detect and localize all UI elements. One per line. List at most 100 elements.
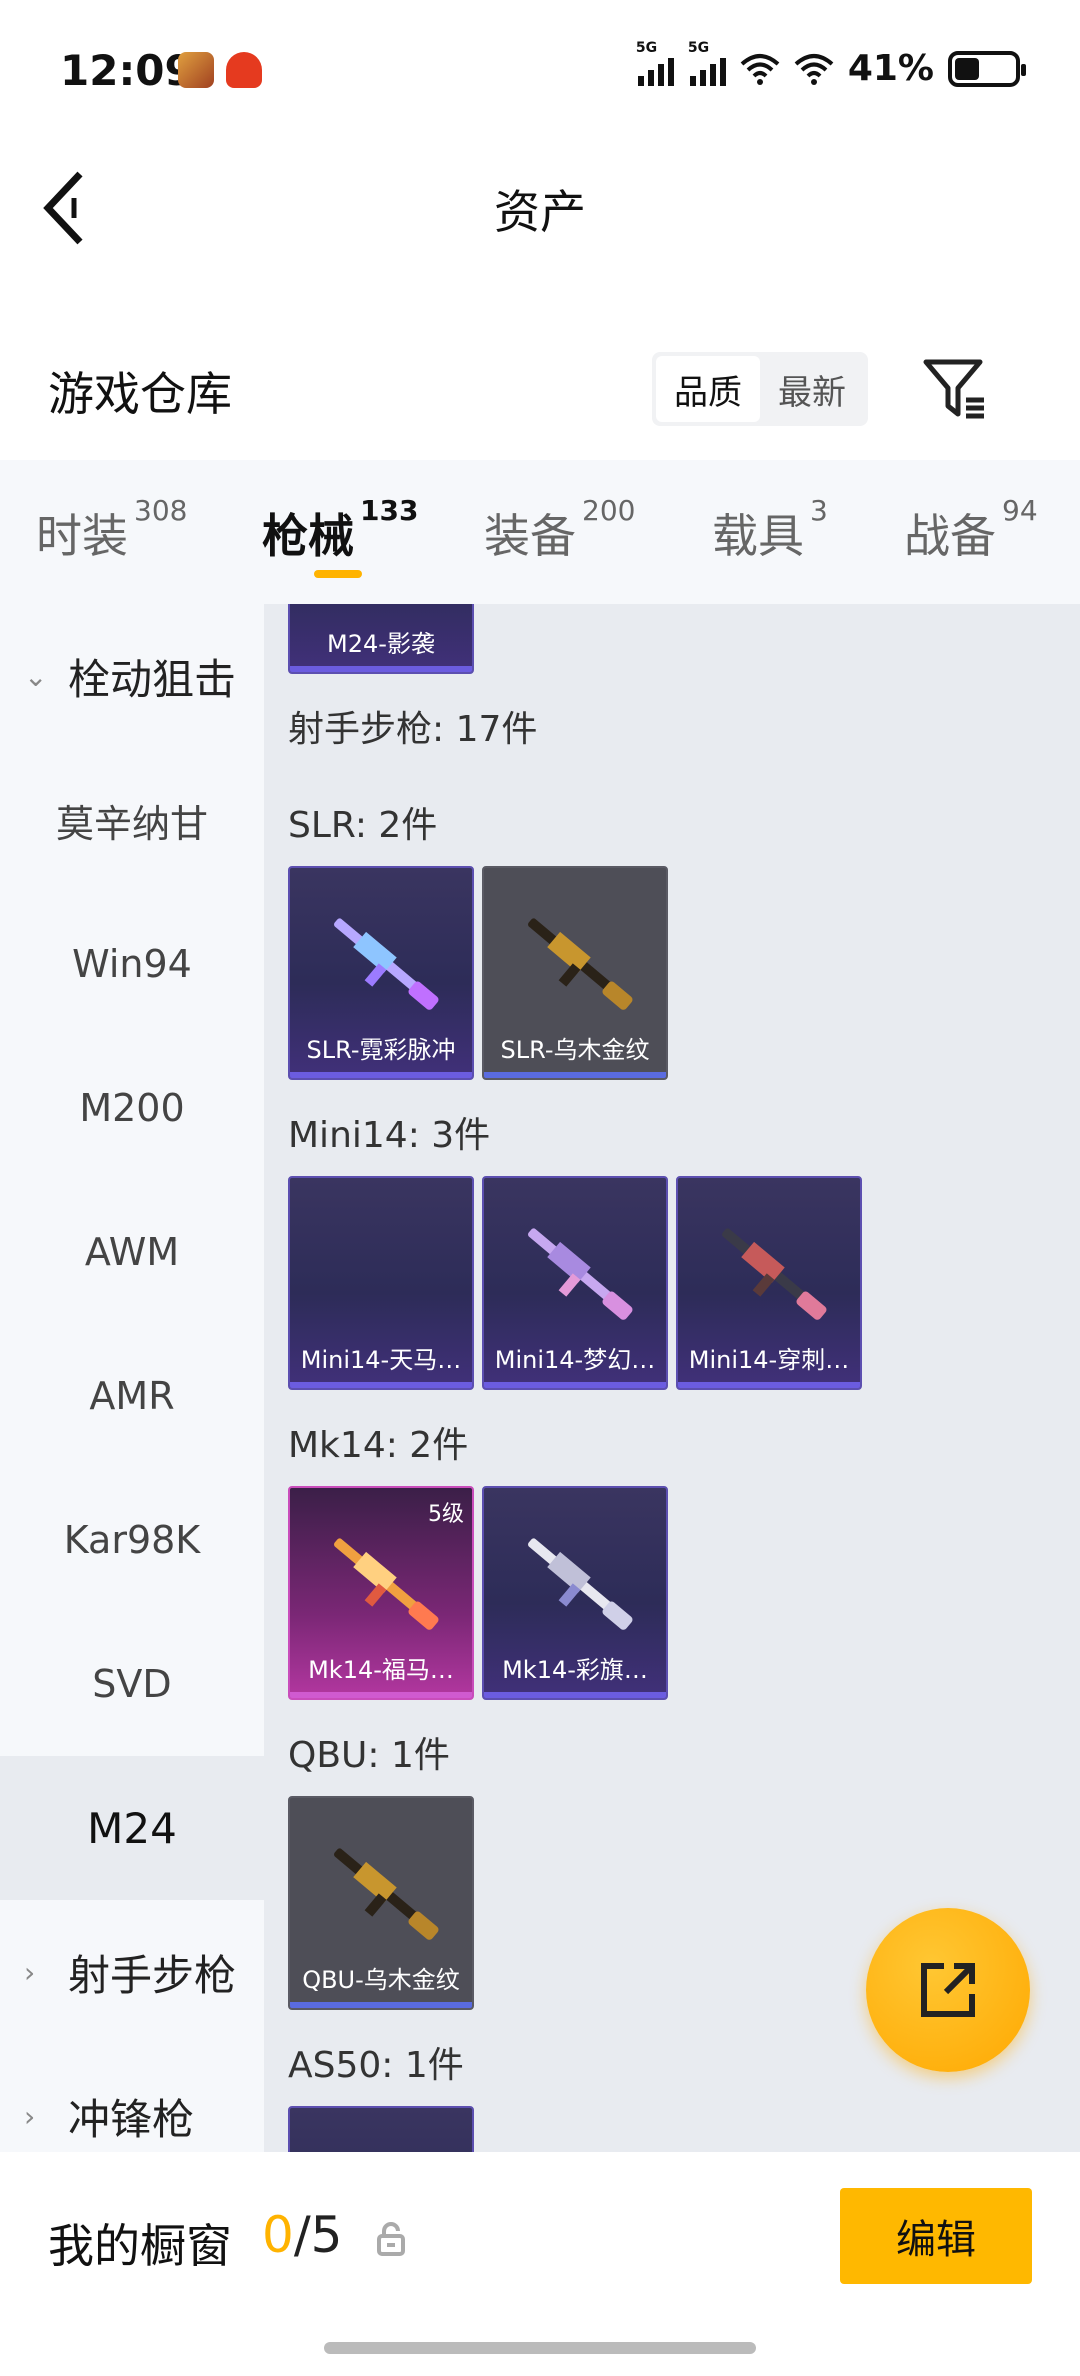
rifle-icon xyxy=(722,1228,827,1320)
nav-item[interactable]: SVD xyxy=(0,1612,264,1756)
rarity-bar xyxy=(290,666,472,672)
item-name: Mk14-福马… xyxy=(308,1656,454,1684)
wifi-icon xyxy=(740,53,780,85)
chevron-right-icon: › xyxy=(24,2099,36,2133)
item-name: Mini14-梦幻… xyxy=(494,1346,656,1374)
rifle-icon xyxy=(528,1538,633,1630)
item-card[interactable]: SLR-霓彩脉冲 xyxy=(288,866,474,1080)
nav-item[interactable]: Win94 xyxy=(0,892,264,1036)
rifle-icon xyxy=(334,1538,439,1630)
battery-percent: 41% xyxy=(847,48,934,89)
item-name: SLR-乌木金纹 xyxy=(500,1036,650,1064)
item-card[interactable]: QBU-乌木金纹 xyxy=(288,1796,474,2010)
nav-group-label: 冲锋枪 xyxy=(68,2094,195,2144)
tab-supplies[interactable]: 战备 94 xyxy=(904,494,1038,566)
battery-icon xyxy=(948,50,1026,87)
item-card[interactable]: Mini14-天马… xyxy=(288,1176,474,1390)
edit-button[interactable]: 编辑 xyxy=(840,2188,1032,2284)
signal-icon: 5G xyxy=(688,40,726,86)
share-icon xyxy=(921,1963,975,2017)
category-tabs: 时装 308 枪械 133 装备 200 载具 3 战备 94 xyxy=(0,460,1080,604)
home-indicator[interactable] xyxy=(324,2342,756,2354)
nav-item[interactable]: Kar98K xyxy=(0,1468,264,1612)
battery-level xyxy=(955,57,979,80)
nav-item[interactable]: AMR xyxy=(0,1324,264,1468)
showcase-bar: 我的橱窗 0/5 编辑 xyxy=(0,2152,1080,2376)
status-bar: 12:09 5G 5G 41% xyxy=(0,0,1080,140)
tab-count: 133 xyxy=(360,494,419,527)
item-card[interactable]: Mk14-彩旗… xyxy=(482,1486,668,1700)
tab-count: 308 xyxy=(134,494,188,527)
nav-group-marksman[interactable]: › 射手步枪 xyxy=(0,1900,264,2044)
nav-item[interactable]: AWM xyxy=(0,1180,264,1324)
nav-item[interactable]: 莫辛纳甘 xyxy=(0,748,264,892)
item-card[interactable]: Mini14-穿刺… xyxy=(676,1176,862,1390)
section-title: Mini14: 3件 xyxy=(288,1115,491,1156)
item-name: QBU-乌木金纹 xyxy=(302,1966,460,1994)
tab-count: 3 xyxy=(810,494,828,527)
tab-label: 枪械 xyxy=(262,509,354,563)
section-title: AS50: 1件 xyxy=(288,2045,464,2086)
nav-item-active[interactable]: M24 xyxy=(0,1756,264,1900)
tab-label: 时装 xyxy=(36,509,128,563)
item-name: SLR-霓彩脉冲 xyxy=(306,1036,456,1064)
tab-label: 战备 xyxy=(904,509,996,563)
chevron-right-icon: › xyxy=(24,1955,36,1989)
warehouse-title: 游戏仓库 xyxy=(48,367,232,421)
sort-quality-option[interactable]: 品质 xyxy=(656,356,760,422)
rarity-bar xyxy=(484,1382,666,1388)
tab-active-indicator xyxy=(314,570,362,578)
status-time: 12:09 xyxy=(60,46,194,95)
rarity-bar xyxy=(678,1382,860,1388)
item-card[interactable]: SLR-乌木金纹 xyxy=(482,866,668,1080)
showcase-title: 我的橱窗 xyxy=(48,2219,232,2273)
tab-count: 94 xyxy=(1002,494,1038,527)
tab-vehicles[interactable]: 载具 3 xyxy=(712,494,828,566)
nav-group-smg[interactable]: › 冲锋枪 xyxy=(0,2044,264,2152)
sort-newest-option[interactable]: 最新 xyxy=(760,356,864,422)
filter-button[interactable] xyxy=(920,354,990,424)
page-header: 资产 xyxy=(0,140,1080,270)
item-name: Mini14-穿刺… xyxy=(688,1346,850,1374)
page-title: 资产 xyxy=(494,185,586,239)
rarity-bar xyxy=(290,2002,472,2008)
filter-icon xyxy=(923,359,984,419)
rifle-icon xyxy=(334,1848,439,1940)
tab-label: 装备 xyxy=(484,509,576,563)
nav-group-label: 栓动狙击 xyxy=(68,654,237,704)
rarity-bar xyxy=(290,1692,472,1698)
tab-count: 200 xyxy=(582,494,636,527)
game-avatar-icon xyxy=(178,52,214,88)
warehouse-row: 游戏仓库 品质 最新 xyxy=(0,320,1080,460)
rifle-icon xyxy=(528,1228,633,1320)
showcase-total: /5 xyxy=(293,2206,343,2264)
side-nav: ⌄ 栓动狙击 莫辛纳甘 Win94 M200 AWM AMR Kar98K SV… xyxy=(0,604,264,2152)
rifle-icon xyxy=(334,918,439,1010)
item-name: Mini14-天马… xyxy=(300,1346,462,1374)
section-title: SLR: 2件 xyxy=(288,805,438,846)
section-title: QBU: 1件 xyxy=(288,1735,450,1776)
rarity-bar xyxy=(290,1072,472,1078)
robot-app-icon xyxy=(226,52,262,88)
item-card[interactable]: 5级 Mk14-福马… xyxy=(288,1486,474,1700)
nav-item[interactable]: M200 xyxy=(0,1036,264,1180)
rarity-bar xyxy=(484,1072,666,1078)
status-icons: 5G 5G 41% xyxy=(636,40,1026,89)
section-title: Mk14: 2件 xyxy=(288,1425,469,1466)
nav-group-label: 射手步枪 xyxy=(68,1950,237,2000)
item-card[interactable]: M24-影袭 xyxy=(288,604,474,674)
tab-fashion[interactable]: 时装 308 xyxy=(36,494,187,566)
signal-icon: 5G xyxy=(636,40,674,86)
tab-label: 载具 xyxy=(712,509,804,563)
nav-group-bolt-action[interactable]: ⌄ 栓动狙击 xyxy=(0,604,264,748)
rifle-icon xyxy=(528,918,633,1010)
tab-equipment[interactable]: 装备 200 xyxy=(484,494,635,566)
rarity-bar xyxy=(484,1692,666,1698)
item-card[interactable]: Mini14-梦幻… xyxy=(482,1176,668,1390)
chevron-down-icon: ⌄ xyxy=(24,659,48,693)
category-count-title: 射手步枪: 17件 xyxy=(288,709,538,750)
sort-toggle: 品质 最新 xyxy=(652,352,868,426)
tab-firearms[interactable]: 枪械 133 xyxy=(262,494,418,566)
share-button[interactable] xyxy=(866,1908,1030,2072)
item-card[interactable] xyxy=(288,2106,474,2152)
